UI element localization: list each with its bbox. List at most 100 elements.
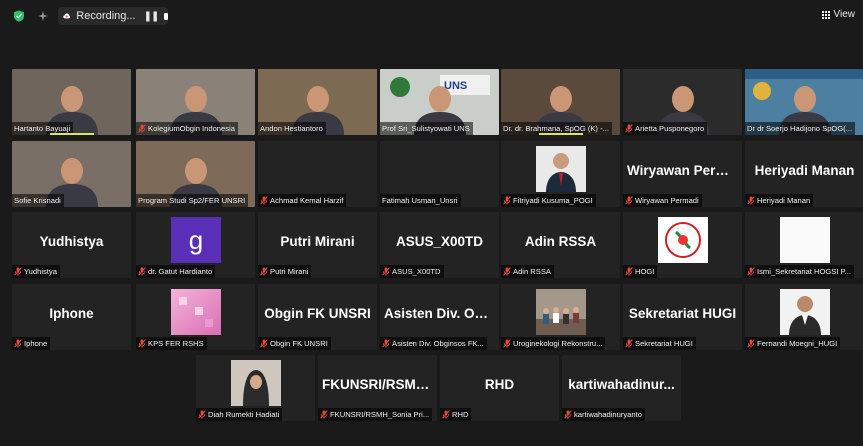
participant-tile[interactable]: Diah Rumekti Hadiati <box>196 355 315 421</box>
participant-name-label: Iphone <box>12 337 51 350</box>
participant-display-name: RHD <box>484 377 515 392</box>
participant-tile[interactable]: Sekretariat HUGI Sekretariat HUGI <box>623 284 742 350</box>
participant-name-label: Wiryawan Permadi <box>623 194 702 207</box>
participant-name-label: Ismi_Sekretariat HOGSI P... <box>745 265 854 278</box>
mic-muted-icon <box>747 339 755 348</box>
mic-muted-icon <box>564 410 572 419</box>
view-button[interactable]: View <box>822 9 855 20</box>
mic-muted-icon <box>198 410 206 419</box>
active-speaker-bar <box>539 133 583 135</box>
participant-tile[interactable]: Fitriyadi Kusuma_POGI <box>501 141 620 207</box>
participant-display-name: Wiryawan Perm... <box>627 163 739 178</box>
participant-tile[interactable]: Dr dr Soerjo Hadijono SpOG(... <box>745 69 863 135</box>
participant-name: Prof Sri_Sulistyowati UNS <box>382 124 470 133</box>
participant-tile[interactable]: Fatimah Usman_Unsri <box>380 141 499 207</box>
participant-tile[interactable]: Asisten Div. Obg... Asisten Div. Obginsos… <box>380 284 499 350</box>
participant-name: Uroginekologi Rekonstru... <box>513 339 603 348</box>
participant-tile[interactable]: UNS Prof Sri_Sulistyowati UNS <box>380 69 499 135</box>
participant-tile[interactable]: Yudhistya Yudhistya <box>12 212 131 278</box>
participant-tile[interactable]: Arietta Pusponegoro <box>623 69 742 135</box>
participant-tile[interactable]: Program Studi Sp2/FER UNSRI <box>136 141 255 207</box>
mic-muted-icon <box>747 196 755 205</box>
participant-display-name: Putri Mirani <box>280 234 355 249</box>
participant-letter-avatar: g <box>170 217 221 263</box>
participant-tile[interactable]: Hartanto Bayuaji <box>12 69 131 135</box>
participant-display-name: Adin RSSA <box>524 234 597 249</box>
participant-name-label: Fatimah Usman_Unsri <box>380 194 461 207</box>
participant-name: Fernandi Moegni_HUGI <box>757 339 838 348</box>
participant-tile[interactable]: Heriyadi Manan Heriyadi Manan <box>745 141 863 207</box>
participant-tile[interactable]: Sofie Krisnadi <box>12 141 131 207</box>
participant-name-label: KolegiumObgin Indonesia <box>136 122 238 135</box>
participant-name: Diah Rumekti Hadiati <box>208 410 280 419</box>
participant-name: Fatimah Usman_Unsri <box>382 196 458 205</box>
active-speaker-bar <box>50 133 94 135</box>
participant-name: Ismi_Sekretariat HOGSI P... <box>757 267 851 276</box>
participant-tile[interactable]: RHD RHD <box>440 355 559 421</box>
participant-name-label: HOGI <box>623 265 658 278</box>
participant-tile[interactable]: Dr. dr. Brahmana, SpOG (K) -... <box>501 69 620 135</box>
participant-tile[interactable]: Iphone Iphone <box>12 284 131 350</box>
mic-muted-icon <box>14 339 22 348</box>
participant-name-label: Putri Mirani <box>258 265 312 278</box>
participant-tile[interactable]: Uroginekologi Rekonstru... <box>501 284 620 350</box>
participant-tile[interactable]: Andon Hestiantoro <box>258 69 377 135</box>
svg-text:g: g <box>188 225 202 255</box>
participant-name: Dr dr Soerjo Hadijono SpOG(... <box>747 124 853 133</box>
participant-tile[interactable]: Obgin FK UNSRI Obgin FK UNSRI <box>258 284 377 350</box>
mic-muted-icon <box>625 339 633 348</box>
participant-tile[interactable]: FKUNSRI/RSMH... FKUNSRI/RSMH_Sonia Pri... <box>318 355 437 421</box>
mic-muted-icon <box>382 267 390 276</box>
shield-check-icon[interactable] <box>13 10 25 22</box>
participant-name: Adin RSSA <box>513 267 551 276</box>
pause-recording-button[interactable]: ❚❚ <box>144 11 160 22</box>
mic-muted-icon <box>260 267 268 276</box>
participant-tile[interactable]: ASUS_X00TD ASUS_X00TD <box>380 212 499 278</box>
mic-muted-icon <box>138 124 146 133</box>
participant-display-name: Obgin FK UNSRI <box>264 306 371 321</box>
participant-name: Andon Hestiantoro <box>260 124 323 133</box>
participant-name-label: Yudhistya <box>12 265 60 278</box>
participant-name: Asisten Div. Obginsos FK... <box>392 339 484 348</box>
participant-tile[interactable]: HOGI <box>623 212 742 278</box>
participant-tile[interactable]: Wiryawan Perm... Wiryawan Permadi <box>623 141 742 207</box>
participant-display-name: FKUNSRI/RSMH... <box>322 377 437 392</box>
participant-tile[interactable]: Ismi_Sekretariat HOGSI P... <box>745 212 863 278</box>
mic-muted-icon <box>320 410 328 419</box>
participant-name-label: Heriyadi Manan <box>745 194 814 207</box>
stop-recording-button[interactable] <box>164 12 168 20</box>
participant-tile[interactable]: g dr. Gatut Hardianto <box>136 212 255 278</box>
participant-name-label: Achmad Kemal Harzif <box>258 194 347 207</box>
recording-label: Recording... <box>76 10 136 22</box>
participant-name-label: Obgin FK UNSRI <box>258 337 331 350</box>
participant-name-label: Program Studi Sp2/FER UNSRI <box>136 194 249 207</box>
participant-name-label: Sofie Krisnadi <box>12 194 64 207</box>
participant-tile[interactable]: Achmad Kemal Harzif <box>258 141 377 207</box>
participant-display-name: Asisten Div. Obg... <box>384 306 499 321</box>
participant-tile[interactable]: Putri Mirani Putri Mirani <box>258 212 377 278</box>
participant-tile[interactable]: KPS FER RSHS <box>136 284 255 350</box>
participant-photo <box>535 289 586 335</box>
cloud-record-icon <box>63 13 71 19</box>
participant-name-label: dr. Gatut Hardianto <box>136 265 216 278</box>
participant-tile[interactable]: KolegiumObgin Indonesia <box>136 69 255 135</box>
participant-name-label: Dr dr Soerjo Hadijono SpOG(... <box>745 122 856 135</box>
participant-tile[interactable]: kartiwahadinur... kartiwahadinuryanto <box>562 355 681 421</box>
participant-name: Sekretariat HUGI <box>635 339 693 348</box>
sparkle-icon[interactable] <box>37 10 49 22</box>
participant-name-label: ASUS_X00TD <box>380 265 444 278</box>
recording-indicator[interactable]: Recording... ❚❚ <box>58 7 168 25</box>
participant-tile[interactable]: Fernandi Moegni_HUGI <box>745 284 863 350</box>
mic-muted-icon <box>382 339 390 348</box>
participant-name-label: Fitriyadi Kusuma_POGI <box>501 194 596 207</box>
mic-muted-icon <box>442 410 450 419</box>
participant-photo <box>535 146 586 192</box>
mic-muted-icon <box>625 267 633 276</box>
participant-display-name: ASUS_X00TD <box>395 234 484 249</box>
hogi-logo-icon <box>657 217 708 263</box>
participant-tile[interactable]: Adin RSSA Adin RSSA <box>501 212 620 278</box>
mic-muted-icon <box>625 124 633 133</box>
participant-name: Fitriyadi Kusuma_POGI <box>513 196 593 205</box>
mic-muted-icon <box>260 339 268 348</box>
participant-name-label: Sekretariat HUGI <box>623 337 696 350</box>
